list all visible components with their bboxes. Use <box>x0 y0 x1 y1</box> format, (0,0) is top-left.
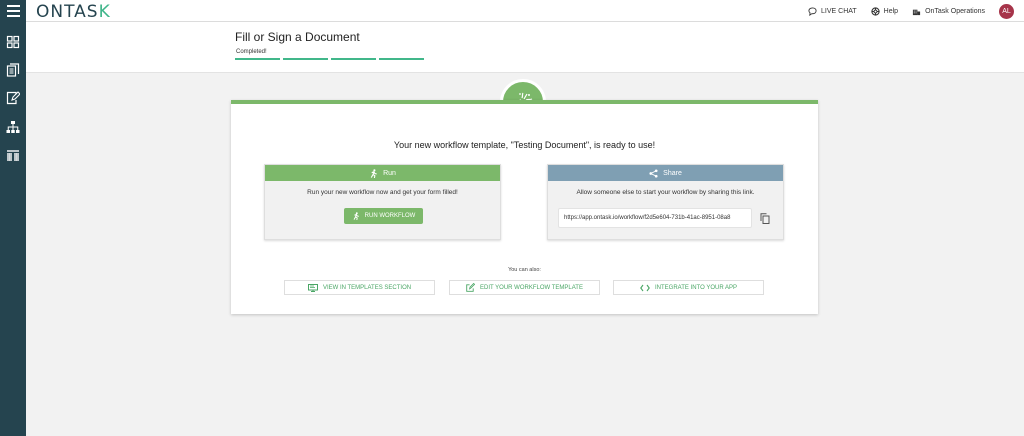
edit-template-label: EDIT YOUR WORKFLOW TEMPLATE <box>480 284 583 291</box>
view-templates-button[interactable]: VIEW IN TEMPLATES SECTION <box>284 280 435 295</box>
live-chat-link[interactable]: LIVE CHAT <box>808 6 857 16</box>
also-label: You can also: <box>508 267 541 273</box>
page-title: Fill or Sign a Document <box>235 30 360 44</box>
run-panel-text: Run your new workflow now and get your f… <box>307 189 458 196</box>
logo-text: ONTAS <box>36 2 99 22</box>
view-templates-label: VIEW IN TEMPLATES SECTION <box>322 284 412 291</box>
share-panel-text: Allow someone else to start your workflo… <box>576 189 755 196</box>
share-panel: Share Allow someone else to start your w… <box>547 164 784 240</box>
run-workflow-button[interactable]: RUN WORKFLOW <box>344 208 423 224</box>
org-switcher[interactable]: OnTask Operations <box>912 7 985 16</box>
dashboard-icon[interactable] <box>6 35 20 49</box>
status-text: Completed! <box>236 49 267 55</box>
help-label: Help <box>883 7 899 15</box>
card-heading: Your new workflow template, "Testing Doc… <box>393 140 656 150</box>
run-workflow-label: RUN WORKFLOW <box>364 213 416 219</box>
monitor-icon <box>307 283 318 292</box>
columns-icon[interactable] <box>6 148 20 162</box>
run-panel-header: Run <box>265 165 500 181</box>
share-icon <box>649 168 658 178</box>
page-header: Fill or Sign a Document Completed! <box>26 22 1024 73</box>
ontask-logo[interactable]: ONTASK <box>36 2 111 22</box>
live-chat-label: LIVE CHAT <box>821 7 857 15</box>
copy-icon[interactable] <box>760 213 770 224</box>
top-right-menu: LIVE CHAT Help OnTask Operations AL <box>808 0 1014 22</box>
sidebar <box>0 22 26 436</box>
progress-step-1 <box>235 58 280 60</box>
share-panel-header: Share <box>548 165 783 181</box>
run-panel: Run Run your new workflow now and get yo… <box>264 164 501 240</box>
code-icon <box>640 284 650 291</box>
top-bar: ONTASK LIVE CHAT Help OnTask Operations … <box>0 0 1024 22</box>
share-link-field[interactable]: https://app.ontask.io/workflow/f2d5e604-… <box>558 208 752 228</box>
running-person-icon <box>370 168 377 178</box>
success-card: Your new workflow template, "Testing Doc… <box>231 100 818 314</box>
progress-steps <box>235 58 424 60</box>
org-label: OnTask Operations <box>925 7 985 15</box>
documents-icon[interactable] <box>6 63 20 77</box>
avatar-initials: AL <box>1002 7 1011 15</box>
help-link[interactable]: Help <box>871 6 899 16</box>
workflow-tree-icon[interactable] <box>6 120 20 134</box>
share-link-value: https://app.ontask.io/workflow/f2d5e604-… <box>564 215 731 221</box>
integrate-app-button[interactable]: INTEGRATE INTO YOUR APP <box>613 280 764 295</box>
running-person-icon <box>353 212 359 220</box>
run-panel-title: Run <box>383 169 396 177</box>
edit-icon <box>466 283 476 292</box>
progress-step-2 <box>283 58 328 60</box>
building-icon <box>912 9 921 15</box>
progress-step-4 <box>379 58 424 60</box>
menu-icon[interactable] <box>0 0 26 22</box>
integrate-app-label: INTEGRATE INTO YOUR APP <box>654 284 738 291</box>
avatar[interactable]: AL <box>999 3 1014 19</box>
logo-accent: K <box>98 2 111 22</box>
share-panel-title: Share <box>663 169 682 177</box>
chat-bubble-icon <box>808 6 817 16</box>
progress-step-3 <box>331 58 376 60</box>
lifebuoy-icon <box>871 6 880 16</box>
sign-document-icon[interactable] <box>6 91 20 105</box>
edit-template-button[interactable]: EDIT YOUR WORKFLOW TEMPLATE <box>449 280 600 295</box>
